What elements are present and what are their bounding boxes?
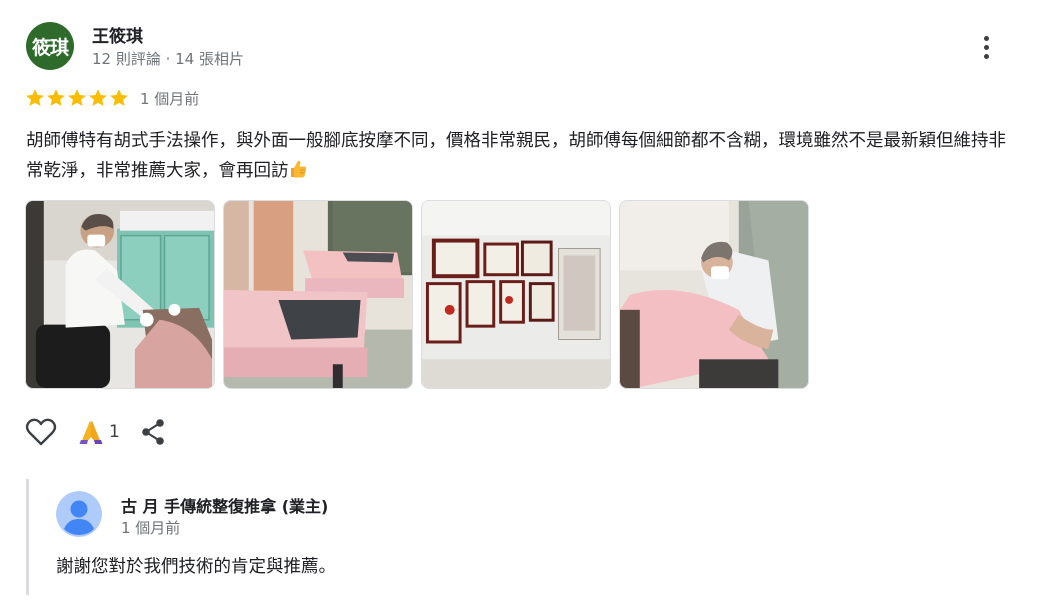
review-text: 胡師傅特有胡式手法操作，與外面一般腳底按摩不同，價格非常親民，胡師傅每個細節都不… (26, 126, 1011, 186)
reaction-button[interactable]: 1 (79, 419, 120, 445)
share-button[interactable] (140, 418, 166, 446)
default-person-avatar (56, 491, 102, 537)
author-name[interactable]: 王筱琪 (92, 22, 143, 47)
more-options-icon[interactable] (972, 30, 1000, 64)
like-button[interactable] (25, 417, 57, 447)
praying-hands-emoji (79, 421, 103, 444)
review-photo[interactable] (25, 200, 215, 389)
review-photos (25, 200, 809, 389)
star-icon (47, 89, 65, 106)
author-meta: 12 則評論 · 14 張相片 (92, 50, 245, 68)
star-icon (89, 89, 107, 106)
star-icon (26, 89, 44, 106)
review-photo[interactable] (421, 200, 611, 389)
star-icon (110, 89, 128, 106)
owner-reply: 古 月 手傳統整復推拿 (業主) 1 個月前 謝謝您對於我們技術的肯定與推薦。 (26, 479, 426, 595)
owner-avatar-icon[interactable] (56, 491, 102, 537)
review-text-content: 胡師傅特有胡式手法操作，與外面一般腳底按摩不同，價格非常親民，胡師傅每個細節都不… (26, 131, 1006, 181)
star-rating (25, 86, 130, 110)
share-icon (142, 419, 164, 445)
dot (983, 44, 989, 50)
review-photo[interactable] (223, 200, 413, 389)
author-avatar[interactable]: 筱琪 (26, 22, 74, 70)
dot (983, 53, 989, 59)
review-time: 1 個月前 (140, 90, 200, 108)
dot (983, 35, 989, 41)
owner-reply-time: 1 個月前 (121, 519, 181, 537)
thumbs-up-emoji (290, 160, 306, 178)
heart-outline-icon (25, 418, 57, 446)
owner-name: 古 月 手傳統整復推拿 (業主) (121, 497, 329, 516)
star-icon (68, 89, 86, 106)
review-actions: 1 (25, 415, 166, 449)
reaction-count: 1 (109, 422, 120, 442)
owner-reply-text: 謝謝您對於我們技術的肯定與推薦。 (56, 557, 336, 577)
review-photo[interactable] (619, 200, 809, 389)
